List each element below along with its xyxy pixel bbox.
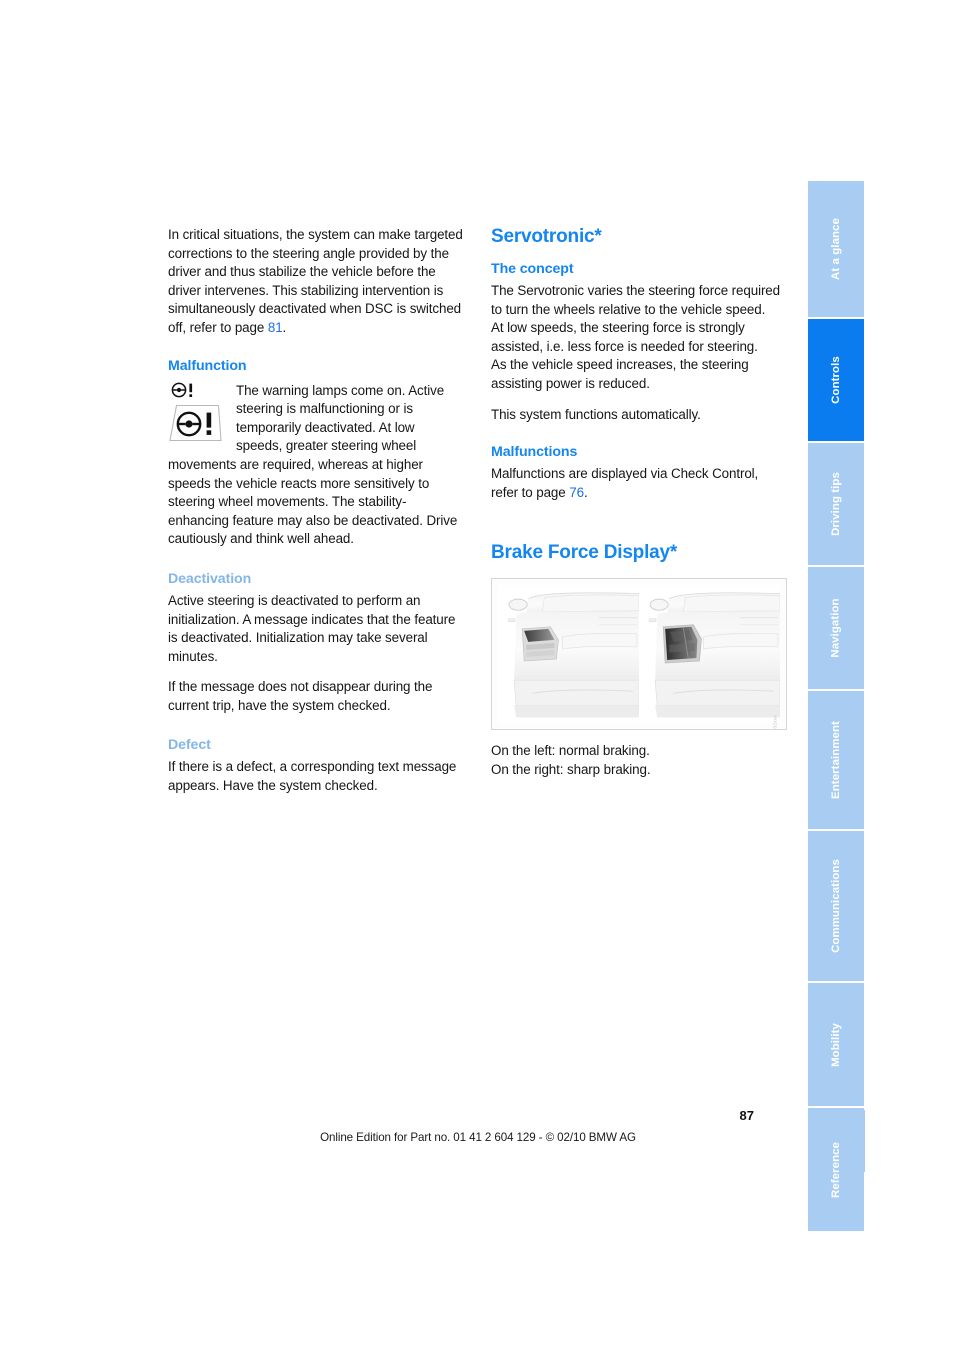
sidebar-tab-entertainment[interactable]: Entertainment — [808, 691, 864, 829]
sidebar-tab-driving-tips[interactable]: Driving tips — [808, 443, 864, 565]
page-number-marker-bar — [855, 1110, 865, 1172]
steering-wheel-warning-small-icon — [170, 382, 200, 403]
deactivation-paragraph-2: If the message does not disappear during… — [168, 679, 433, 713]
manual-page: In critical situations, the system can m… — [0, 0, 954, 1350]
concept-paragraph-1: The Servotronic varies the steering forc… — [491, 283, 780, 317]
malfunctions-paragraph: Malfunctions are displayed via Check Con… — [491, 465, 787, 502]
page-content: In critical situations, the system can m… — [168, 226, 788, 796]
malfunctions-text-part2: . — [583, 484, 588, 500]
page-footer: 87 Online Edition for Part no. 01 41 2 6… — [168, 1108, 788, 1144]
sidebar-tab-label: Controls — [829, 356, 842, 404]
heading-the-concept: The concept — [491, 261, 574, 277]
heading-brake-force-display: Brake Force Display* — [491, 542, 678, 564]
deactivation-paragraph-1: Active steering is deactivated to perfor… — [168, 592, 456, 664]
left-column: In critical situations, the system can m… — [168, 226, 464, 796]
heading-defect: Defect — [168, 737, 211, 754]
two-column-layout: In critical situations, the system can m… — [168, 226, 788, 796]
intro-text-part2: . — [282, 319, 287, 335]
figure-image-area: MC/0102xxx — [498, 585, 780, 729]
sidebar-tab-at-a-glance[interactable]: At a glance — [808, 181, 864, 317]
figure-caption: On the left: normal braking. On the righ… — [491, 742, 787, 779]
sidebar-tab-label: Entertainment — [830, 721, 843, 799]
steering-wheel-warning-large-icon — [168, 403, 223, 448]
sidebar-tab-navigation[interactable]: Navigation — [808, 567, 864, 689]
malfunction-warning-block: The warning lamps come on. Active steeri… — [168, 382, 464, 549]
car-rear-normal-braking-image — [498, 585, 639, 724]
malfunctions-text-part1: Malfunctions are displayed via Check Con… — [491, 466, 759, 500]
page-link-81[interactable]: 81 — [268, 320, 283, 335]
sidebar-tab-label: Driving tips — [830, 472, 843, 536]
heading-servotronic: Servotronic* — [491, 226, 602, 247]
sidebar-tab-label: Reference — [829, 1141, 842, 1198]
caption-line-1: On the left: normal braking. — [491, 743, 650, 759]
sidebar-tab-label: Mobility — [829, 1022, 842, 1067]
concept-paragraph-4: This system functions automatically. — [491, 406, 701, 422]
right-column: Servotronic* The concept The Servotronic… — [491, 226, 787, 780]
warning-icon-group — [168, 382, 228, 444]
sidebar-tab-label: At a glance — [830, 218, 842, 280]
intro-text-part1: In critical situations, the system can m… — [168, 227, 463, 335]
heading-malfunction: Malfunction — [168, 357, 247, 374]
sidebar-tab-mobility[interactable]: Mobility — [808, 983, 864, 1106]
sidebar-tab-controls[interactable]: Controls — [808, 319, 864, 441]
sidebar-tab-label: Navigation — [830, 598, 843, 658]
intro-paragraph: In critical situations, the system can m… — [168, 226, 464, 338]
page-number: 87 — [739, 1108, 754, 1123]
heading-deactivation: Deactivation — [168, 570, 252, 587]
footer-copyright: Online Edition for Part no. 01 41 2 604 … — [320, 1131, 636, 1144]
page-link-76[interactable]: 76 — [569, 485, 584, 500]
car-rear-sharp-braking-image — [639, 585, 780, 724]
sidebar-tab-communications[interactable]: Communications — [808, 831, 864, 981]
heading-malfunctions: Malfunctions — [491, 444, 578, 461]
concept-paragraph-2: At low speeds, the steering force is str… — [491, 320, 758, 354]
defect-paragraph: If there is a defect, a corresponding te… — [168, 759, 457, 794]
caption-line-2: On the right: sharp braking. — [491, 761, 651, 777]
sidebar-tab-label: Communications — [830, 859, 842, 953]
chapter-tab-sidebar: At a glance Controls Driving tips Navigatio… — [808, 181, 864, 1233]
brake-force-display-figure: MC/0102xxx — [491, 578, 787, 731]
figure-credit-watermark: MC/0102xxx — [773, 715, 778, 731]
concept-paragraph-3: As the vehicle speed increases, the stee… — [491, 357, 749, 391]
